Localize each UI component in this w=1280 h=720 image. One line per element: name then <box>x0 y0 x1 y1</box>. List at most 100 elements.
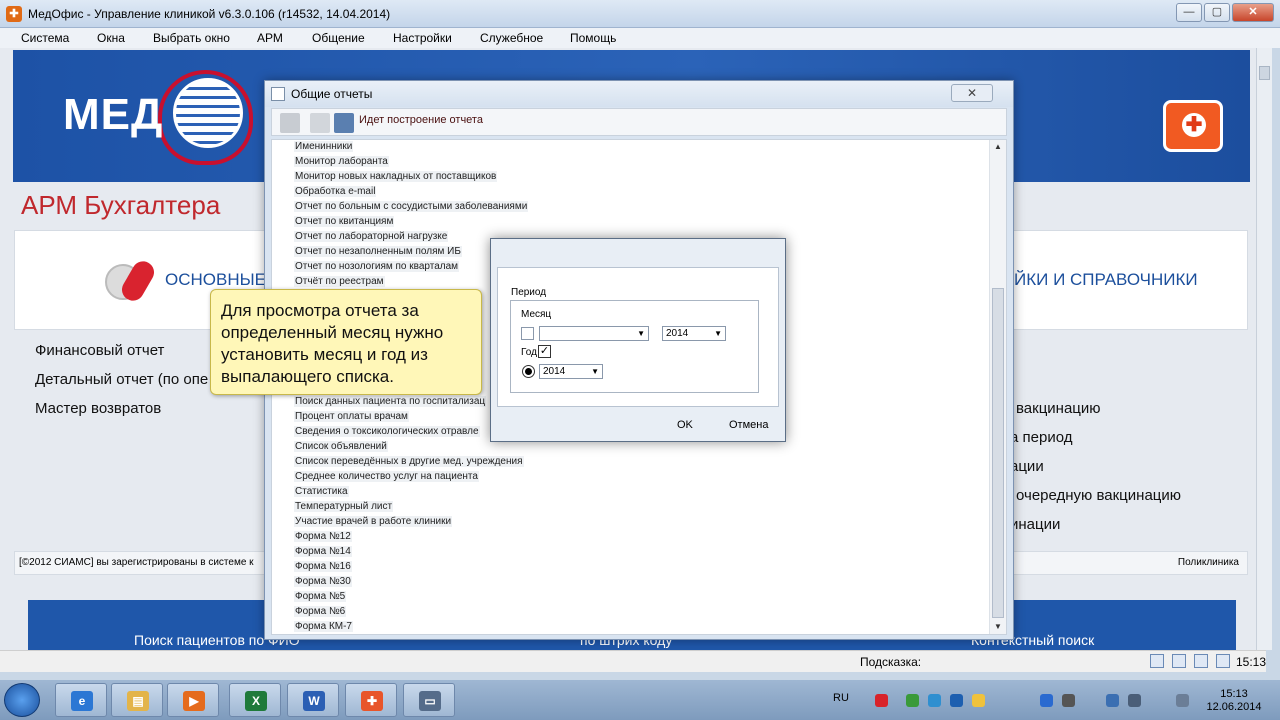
export-icon[interactable] <box>310 113 330 133</box>
list-item[interactable]: Среднее количество услуг на пациента <box>294 471 479 482</box>
list-item[interactable]: Именинники <box>294 141 354 152</box>
list-item[interactable]: Отчет по нозологиям по кварталам <box>294 261 460 272</box>
minimize-button[interactable]: — <box>1176 3 1202 22</box>
list-item[interactable]: Монитор лаборанта <box>294 156 389 167</box>
month-checkbox[interactable] <box>521 327 534 340</box>
list-item[interactable]: Температурный лист <box>294 501 394 512</box>
scroll-up-icon[interactable]: ▲ <box>994 142 1002 151</box>
reports-list-scrollbar[interactable]: ▲ ▼ <box>989 140 1006 634</box>
print-icon[interactable] <box>280 113 300 133</box>
taskbar-word[interactable]: W <box>287 683 339 717</box>
cancel-button[interactable]: Отмена <box>729 419 768 431</box>
hint-edit-icon[interactable] <box>1172 654 1186 668</box>
registration-text: [©2012 СИАМС] вы зарегистрированы в сист… <box>19 557 254 568</box>
link-returns-wizard[interactable]: Мастер возвратов <box>35 400 161 417</box>
list-item[interactable]: Монитор новых накладных от поставщиков <box>294 171 498 182</box>
main-titlebar: ✚ МедОфис - Управление клиникой v6.3.0.1… <box>0 0 1280 28</box>
bluetooth-icon[interactable] <box>1040 694 1053 707</box>
list-item[interactable]: Отчет по квитанциям <box>294 216 395 227</box>
power-icon[interactable] <box>950 694 963 707</box>
link-vaccination[interactable]: вакцинацию <box>1016 400 1101 417</box>
remote-desktop-icon: ▭ <box>419 691 441 711</box>
list-item[interactable]: Обработка e-mail <box>294 186 377 197</box>
period-dialog: Период Месяц ▼ 2014 ▼ Год ✓ 2014 ▼ OK Отме… <box>490 238 786 442</box>
link-ation[interactable]: ации <box>1010 458 1044 475</box>
list-item[interactable]: Форма №16 <box>294 561 352 572</box>
main-scrollbar[interactable] <box>1256 48 1272 650</box>
list-item[interactable]: Сведения о токсикологических отравле <box>294 426 480 437</box>
menu-item-communication[interactable]: Общение <box>312 31 365 45</box>
hint-clock: 15:13 <box>1236 655 1267 669</box>
list-item[interactable]: Список объявлений <box>294 441 388 452</box>
hint-window-icon[interactable] <box>1216 654 1230 668</box>
link-detailed-report[interactable]: Детальный отчет (по опе <box>35 371 208 388</box>
year-label: Год <box>521 347 537 358</box>
ok-button[interactable]: OK <box>677 419 693 431</box>
volume-icon[interactable] <box>1176 694 1189 707</box>
language-indicator[interactable]: RU <box>833 692 849 704</box>
list-item[interactable]: Отчет по незаполненным полям ИБ <box>294 246 462 257</box>
taskbar-remote-desktop[interactable]: ▭ <box>403 683 455 717</box>
signal-icon[interactable] <box>1106 694 1119 707</box>
list-item[interactable]: Отчёт по реестрам <box>294 276 385 287</box>
alert-icon[interactable] <box>875 694 888 707</box>
menu-item-select-window[interactable]: Выбрать окно <box>153 31 230 45</box>
network-icon[interactable] <box>906 694 919 707</box>
list-item[interactable]: Список переведённых в другие мед. учрежд… <box>294 456 524 467</box>
sync-icon[interactable] <box>928 694 941 707</box>
menu-item-service[interactable]: Служебное <box>480 31 543 45</box>
list-item[interactable]: Отчет по больным с сосудистыми заболеван… <box>294 201 529 212</box>
year-radio[interactable] <box>522 365 535 378</box>
taskbar: e ▤ ▶ X W ✚ ▭ <box>0 680 1280 720</box>
list-item[interactable]: Форма №30 <box>294 576 352 587</box>
list-item[interactable]: Форма №14 <box>294 546 352 557</box>
year-checkbox[interactable]: ✓ <box>538 345 551 358</box>
hint-list-icon[interactable] <box>1194 654 1208 668</box>
link-period[interactable]: а период <box>1010 429 1072 446</box>
taskbar-excel[interactable]: X <box>229 683 281 717</box>
list-item[interactable]: Участие врачей в работе клиники <box>294 516 453 527</box>
list-item[interactable]: Форма КМ-7 <box>294 621 353 632</box>
hint-tool-icon[interactable] <box>1150 654 1164 668</box>
link-financial-report[interactable]: Финансовый отчет <box>35 342 164 359</box>
link-next-vaccination[interactable]: очередную вакцинацию <box>1016 487 1181 504</box>
month-select[interactable]: ▼ <box>539 326 649 341</box>
menu-item-arm[interactable]: АРМ <box>257 31 283 45</box>
taskbar-medofis[interactable]: ✚ <box>345 683 397 717</box>
list-item[interactable]: Форма №5 <box>294 591 347 602</box>
menu-item-help[interactable]: Помощь <box>570 31 616 45</box>
menu-item-settings[interactable]: Настройки <box>393 31 452 45</box>
start-button[interactable] <box>4 683 40 717</box>
month-year-select[interactable]: 2014 ▼ <box>662 326 726 341</box>
taskbar-ie[interactable]: e <box>55 683 107 717</box>
menu-item-system[interactable]: Система <box>21 31 69 45</box>
month-year-select-value: 2014 <box>666 328 689 339</box>
reports-toolbar: Идет построение отчета <box>271 108 1007 136</box>
reports-close-button[interactable]: ✕ <box>951 84 993 102</box>
link-ination[interactable]: инации <box>1010 516 1060 533</box>
year-select[interactable]: 2014 ▼ <box>539 364 603 379</box>
list-item[interactable]: Отчет по лабораторной нагрузке <box>294 231 449 242</box>
reports-list-scrollbar-thumb[interactable] <box>992 288 1004 618</box>
build-report-icon[interactable] <box>334 113 354 133</box>
hint-bar: Подсказка: 15:13 <box>0 650 1266 672</box>
list-item[interactable]: Форма №12 <box>294 531 352 542</box>
list-item[interactable]: Процент оплаты врачам <box>294 411 409 422</box>
section-settings-heading[interactable]: ЙКИ И СПРАВОЧНИКИ <box>1014 270 1198 290</box>
maximize-button[interactable]: ▢ <box>1204 3 1230 22</box>
taskbar-explorer[interactable]: ▤ <box>111 683 163 717</box>
taskbar-media-player[interactable]: ▶ <box>167 683 219 717</box>
list-item[interactable]: Форма №6 <box>294 606 347 617</box>
taskbar-clock[interactable]: 15:13 12.06.2014 <box>1204 688 1264 714</box>
list-item[interactable]: Статистика <box>294 486 349 497</box>
section-main-heading[interactable]: ОСНОВНЫЕ <box>165 270 266 290</box>
display-icon[interactable] <box>1062 694 1075 707</box>
messenger-icon[interactable] <box>972 694 985 707</box>
flag-icon[interactable] <box>1128 694 1141 707</box>
scroll-down-icon[interactable]: ▼ <box>994 622 1002 631</box>
menu-item-windows[interactable]: Окна <box>97 31 125 45</box>
tutorial-tooltip: Для просмотра отчета за определенный мес… <box>210 289 482 395</box>
list-item[interactable]: Поиск данных пациента по госпитализац <box>294 396 487 407</box>
close-button[interactable]: ✕ <box>1232 3 1274 22</box>
main-scrollbar-thumb[interactable] <box>1259 66 1270 80</box>
